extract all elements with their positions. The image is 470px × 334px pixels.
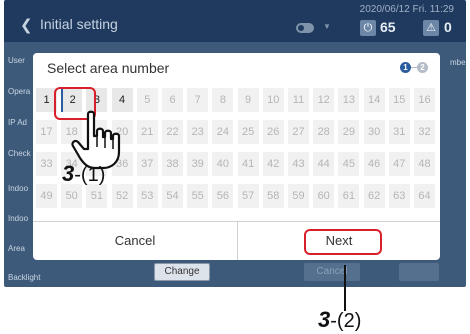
- datetime: 2020/06/12 Fri. 11:29: [359, 4, 454, 15]
- area-number-cell: 59: [288, 184, 309, 208]
- annotation-suffix: -(2): [330, 310, 362, 332]
- area-number-cell: 39: [187, 152, 209, 176]
- power-icon: ⏻: [360, 20, 376, 36]
- area-number-cell: 13: [338, 88, 360, 112]
- area-number-cell: 41: [237, 152, 259, 176]
- step-1-badge: 1: [400, 62, 411, 73]
- area-number-cell: 11: [288, 88, 309, 112]
- area-number-cell: 7: [187, 88, 209, 112]
- top-bar: ❮ Initial setting 2020/06/12 Fri. 11:29 …: [4, 0, 466, 42]
- area-number-cell: 25: [237, 120, 259, 144]
- area-number-cell: 56: [212, 184, 234, 208]
- step-indicator: 1 2: [400, 62, 430, 74]
- bg-ok-button[interactable]: [399, 263, 439, 281]
- area-number-cell: 21: [136, 120, 158, 144]
- area-number-cell: 49: [36, 184, 57, 208]
- area-number-cell: 62: [363, 184, 385, 208]
- screen-title: Initial setting: [40, 16, 118, 32]
- area-number-cell: 38: [162, 152, 183, 176]
- area-number-cell: 10: [262, 88, 284, 112]
- bg-menu-label: Area: [8, 244, 25, 253]
- area-number-cell: 48: [414, 152, 435, 176]
- area-number-cell: 45: [338, 152, 360, 176]
- area-number-cell: 54: [162, 184, 183, 208]
- bg-change-button[interactable]: Change: [154, 263, 210, 281]
- area-number-cell: 33: [36, 152, 57, 176]
- area-number-cell: 52: [111, 184, 133, 208]
- area-number-cell: 37: [136, 152, 158, 176]
- area-number-cell: 26: [262, 120, 284, 144]
- annotation-suffix: -(1): [74, 164, 106, 186]
- area-number-cell: 16: [414, 88, 435, 112]
- area-number-cell: 64: [414, 184, 435, 208]
- chevron-left-icon[interactable]: ❮: [20, 16, 33, 34]
- bg-cancel-button[interactable]: Cancel: [304, 263, 360, 281]
- annotation-num: 3: [62, 161, 75, 186]
- area-number-cell: 61: [338, 184, 360, 208]
- area-number-cell: 40: [212, 152, 234, 176]
- area-number-cell: 8: [212, 88, 234, 112]
- area-number-cell: 44: [313, 152, 335, 176]
- area-number-cell: 50: [61, 184, 83, 208]
- area-number-cell: 24: [212, 120, 234, 144]
- toggle-icon[interactable]: [296, 23, 314, 33]
- step-2-badge: 2: [417, 62, 428, 73]
- area-number-cell: 60: [313, 184, 335, 208]
- bg-right-label: mber: [450, 58, 466, 67]
- cancel-button[interactable]: Cancel: [33, 222, 237, 260]
- area-number-cell: 55: [187, 184, 209, 208]
- area-number-cell: 6: [162, 88, 183, 112]
- area-number-cell: 51: [86, 184, 108, 208]
- area-number-cell: 46: [363, 152, 385, 176]
- area-number-cell: 29: [338, 120, 360, 144]
- area-number-cell: 27: [288, 120, 309, 144]
- area-number-cell: 28: [313, 120, 335, 144]
- area-number-cell: 14: [363, 88, 385, 112]
- area-number-cell: 63: [388, 184, 410, 208]
- power-count: 65: [380, 19, 396, 35]
- bg-menu-label: Check: [8, 149, 31, 158]
- area-number-cell: 9: [237, 88, 259, 112]
- alert-icon: ⚠: [423, 20, 439, 36]
- area-number-cell: 42: [262, 152, 284, 176]
- bg-menu-label: Indoo: [8, 184, 29, 193]
- area-number-cell: 32: [414, 120, 435, 144]
- area-number-cell: 17: [36, 120, 57, 144]
- area-number-cell: 22: [162, 120, 183, 144]
- area-number-cell: 58: [262, 184, 284, 208]
- area-number-cell: 15: [388, 88, 410, 112]
- alert-count: 0: [444, 19, 452, 35]
- callout-line: [344, 265, 346, 311]
- annotation-step-3-1: 3-(1): [62, 161, 105, 187]
- area-number-cell: 31: [388, 120, 410, 144]
- area-number-cell: 30: [363, 120, 385, 144]
- bg-menu-label: Backlight: [8, 273, 41, 282]
- area-number-cell: 47: [388, 152, 410, 176]
- area-number-cell: 53: [136, 184, 158, 208]
- dropdown-arrow-icon[interactable]: ▼: [323, 22, 331, 31]
- bg-menu-label: User: [8, 56, 25, 65]
- area-number-cell: 23: [187, 120, 209, 144]
- area-number-cell: 5: [136, 88, 158, 112]
- dialog-title: Select area number: [47, 60, 170, 76]
- next-highlight-box: [304, 229, 382, 255]
- area-number-cell: 12: [313, 88, 335, 112]
- area-number-cell: 57: [237, 184, 259, 208]
- area-number-cell: 43: [288, 152, 309, 176]
- annotation-num: 3: [318, 307, 331, 332]
- bg-menu-label: Indoo: [8, 214, 29, 223]
- bg-menu-label: Opera: [8, 87, 31, 96]
- area-number-cell[interactable]: 4: [111, 88, 133, 112]
- bg-menu-label: IP Ad: [8, 118, 27, 127]
- annotation-step-3-2: 3-(2): [318, 307, 361, 333]
